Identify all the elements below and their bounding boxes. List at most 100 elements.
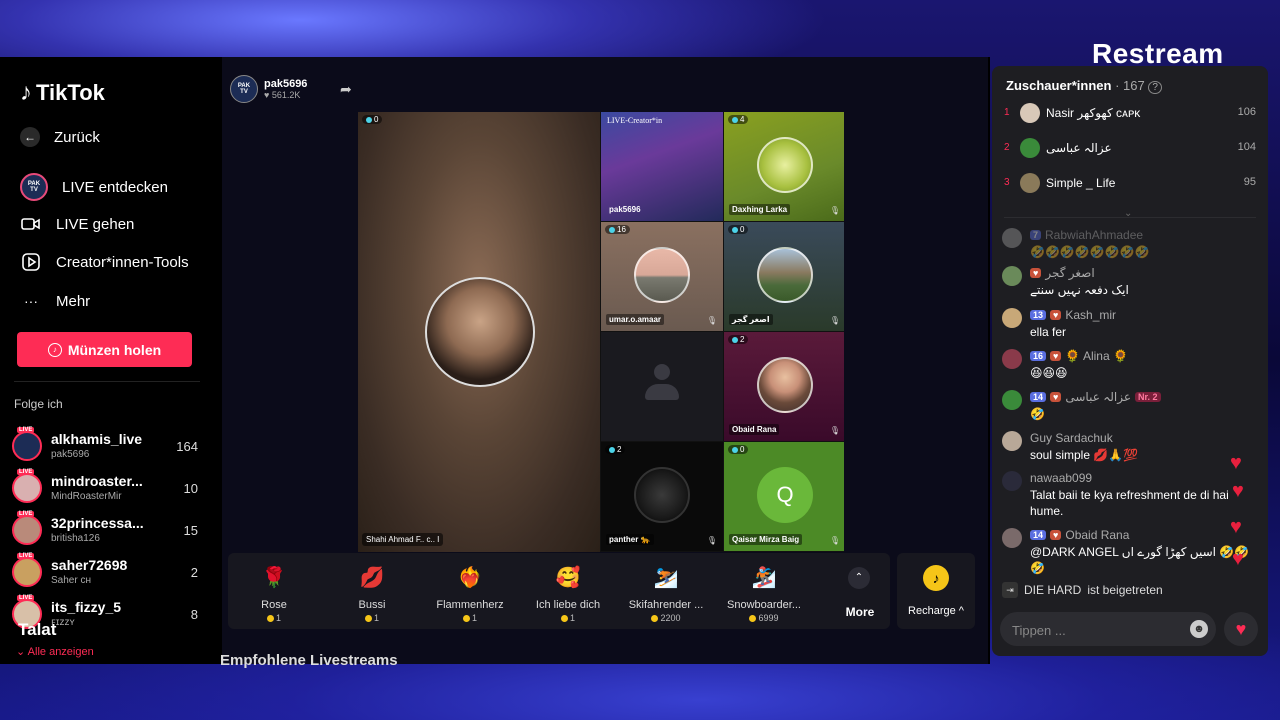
streamer-avatar: PAK TV [230, 75, 258, 103]
chat-username: 🌻 Alina 🌻 [1065, 349, 1128, 363]
top-viewer-row[interactable]: 3 Simple _ Life 95 [1004, 171, 1256, 197]
guest-cell[interactable]: 2 panther 🐆 🎙 [601, 442, 723, 551]
gift-kiss[interactable]: 💋 Bussi 1 [326, 553, 418, 629]
following-item[interactable]: LIVE 32princessa... britisha126 15 [12, 511, 198, 549]
coin-icon [560, 615, 568, 623]
live-creator-label: LIVE-Creator*in [607, 116, 663, 125]
top-viewer-row[interactable]: 1 Nasir کھوکھر ᴄᴀᴘᴋ 106 [1004, 101, 1256, 127]
rank-number: 1 [1004, 107, 1010, 118]
mic-muted-icon: 🎙 [829, 426, 840, 435]
show-all-label: Alle anzeigen [27, 646, 94, 658]
guest-cell[interactable]: LIVE-Creator*in pak5696 [601, 112, 723, 221]
show-all-link[interactable]: ⌄ Alle anzeigen [16, 645, 94, 658]
host-video[interactable]: 0 Shahi Ahmad F.. c.. I [358, 112, 600, 552]
top-viewer-row[interactable]: 2 عزالہ عباسی 104 [1004, 136, 1256, 162]
guest-name: Daxhing Larka [729, 204, 791, 215]
kiss-icon: 💋 [359, 567, 385, 589]
gift-price: 1 [326, 613, 418, 623]
get-coins-button[interactable]: ♪ Münzen holen [17, 332, 192, 367]
live-tag: LIVE [17, 427, 35, 433]
overlay-name-label: Talat [18, 620, 57, 639]
floating-heart-icon: ♥ [1232, 480, 1244, 502]
guest-cell[interactable]: 4 Daxhing Larka 🎙 [724, 112, 844, 221]
chat-text: ella fer [1030, 325, 1067, 339]
divider [1004, 217, 1256, 218]
following-item[interactable]: LIVE alkhamis_live pak5696 164 [12, 427, 198, 465]
share-icon[interactable]: ➦ [340, 81, 352, 98]
following-sub: britisha126 [51, 533, 100, 544]
gift-rose[interactable]: 🌹 Rose 1 [228, 553, 320, 629]
message-header: 16 ♥ 🌻 Alina 🌻 [1030, 349, 1128, 363]
chat-username: Obaid Rana [1065, 528, 1130, 542]
mic-muted-icon: 🎙 [829, 316, 840, 325]
chat-text: 🤣🤣🤣🤣🤣🤣🤣🤣 [1030, 245, 1150, 259]
live-tag: LIVE [17, 553, 35, 559]
gift-love-you[interactable]: 🥰 Ich liebe dich 1 [522, 553, 614, 629]
guest-cell[interactable]: 0 اصغر گجر 🎙 [724, 222, 844, 331]
avatar [1002, 431, 1022, 451]
level-badge: 14 [1030, 530, 1047, 540]
get-coins-label: Münzen holen [67, 341, 162, 358]
streamer-info[interactable]: PAK TV pak5696 ♥ 561.2K [230, 75, 307, 103]
fan-heart-icon: ♥ [1050, 530, 1062, 540]
help-icon[interactable]: ? [1148, 81, 1162, 94]
gift-flame-heart[interactable]: ❤️‍🔥 Flammenherz 1 [424, 553, 516, 629]
gift-price: 1 [522, 613, 614, 623]
chat-text: 🤣 [1030, 407, 1045, 421]
fan-heart-icon: ♥ [1050, 392, 1062, 402]
message-header: 14 ♥ Obaid Rana [1030, 528, 1129, 542]
arrow-left-icon: ← [20, 127, 40, 147]
divider [14, 381, 200, 382]
guest-cell-empty[interactable] [601, 332, 723, 441]
nav-live-discover[interactable]: PAK TV LIVE entdecken [20, 173, 168, 201]
gift-name: Ich liebe dich [535, 599, 601, 611]
flame-heart-icon: ❤️‍🔥 [457, 567, 483, 589]
tiktok-logo[interactable]: ♪ TikTok [20, 79, 105, 107]
live-tag: LIVE [17, 511, 35, 517]
video-grid[interactable]: 0 Shahi Ahmad F.. c.. I LIVE-Creator*in … [358, 112, 844, 552]
viewer-badge: 4 [728, 115, 749, 124]
joined-username: DIE HARD [1024, 583, 1082, 597]
like-heart-button[interactable]: ♥ [1224, 612, 1258, 646]
following-item[interactable]: LIVE mindroaster... MindRoasterMir 10 [12, 469, 198, 507]
nav-creator-tools[interactable]: Creator*innen-Tools [20, 251, 189, 273]
more-label: More [845, 605, 875, 619]
coin-icon [749, 615, 757, 623]
coin-icon [651, 615, 659, 623]
viewer-badge: 0 [362, 115, 383, 124]
guest-name: Obaid Rana [729, 424, 780, 435]
level-badge: 7 [1030, 230, 1042, 240]
nav-back[interactable]: ← Zurück [20, 127, 100, 147]
chevron-down-icon: ⌄ [16, 646, 26, 658]
guest-cell[interactable]: 0 Q Qaisar Mirza Baig 🎙 [724, 442, 844, 551]
rank-badge: Nr. 2 [1135, 392, 1161, 402]
floating-heart-icon: ♥ [1230, 452, 1242, 474]
mic-muted-icon: 🎙 [706, 536, 717, 545]
chat-input-box[interactable]: ☻ [1000, 612, 1216, 648]
nav-go-live[interactable]: LIVE gehen [20, 213, 134, 235]
gift-snowboarder[interactable]: 🏂 Snowboarder... 6999 [718, 553, 810, 629]
dot-icon [609, 446, 615, 453]
emoji-icon[interactable]: ☻ [1190, 620, 1208, 638]
guest-name: اصغر گجر [729, 314, 773, 325]
avatar [1002, 349, 1022, 369]
chat-text: soul simple 💋🙏💯 [1030, 448, 1139, 462]
more-gifts-button[interactable]: ⌃ More [832, 553, 888, 629]
recharge-button[interactable]: ♪ Recharge ^ [897, 553, 975, 629]
nav-label: LIVE entdecken [62, 178, 168, 196]
chat-text: @DARK ANGEL اسیں کھڑا گورے اں 🤣🤣🤣 [1030, 545, 1250, 575]
viewer-name: عزالہ عباسی [1046, 141, 1112, 155]
viewers-header: Zuschauer*innen · 167 ? [1006, 78, 1162, 94]
gift-skier[interactable]: ⛷️ Skifahrender ... 2200 [620, 553, 712, 629]
coin-icon [462, 615, 470, 623]
chat-text: ایک دفعہ نہیں سنتے [1030, 283, 1129, 297]
nav-more[interactable]: ··· Mehr [20, 290, 90, 312]
guest-cell[interactable]: 2 Obaid Rana 🎙 [724, 332, 844, 441]
chat-input[interactable] [1010, 612, 1184, 648]
viewer-badge: 2 [605, 445, 626, 454]
joined-text: ist beigetreten [1087, 583, 1163, 597]
host-name: Shahi Ahmad F.. c.. I [362, 533, 444, 546]
gift-name: Skifahrender ... [628, 599, 704, 611]
guest-cell[interactable]: 16 umar.o.amaar 🎙 [601, 222, 723, 331]
following-item[interactable]: LIVE saher72698 Saher ᴄʜ 2 [12, 553, 198, 591]
